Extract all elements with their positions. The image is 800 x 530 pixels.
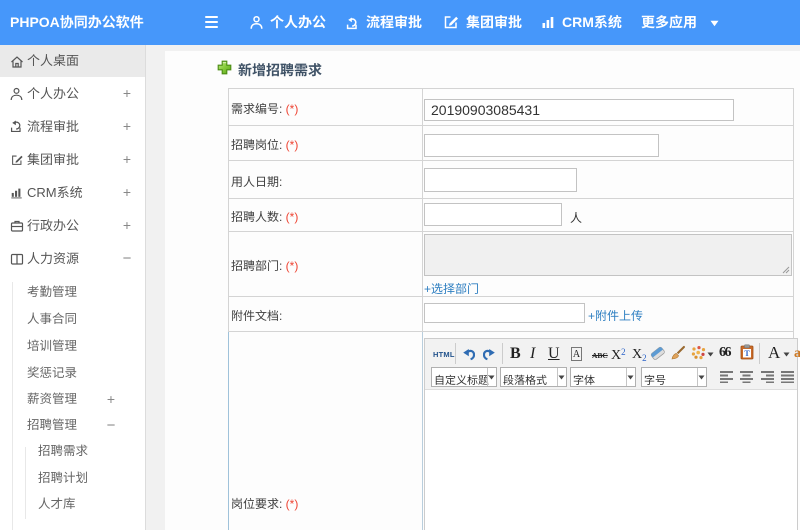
svg-text:T: T (744, 349, 750, 358)
